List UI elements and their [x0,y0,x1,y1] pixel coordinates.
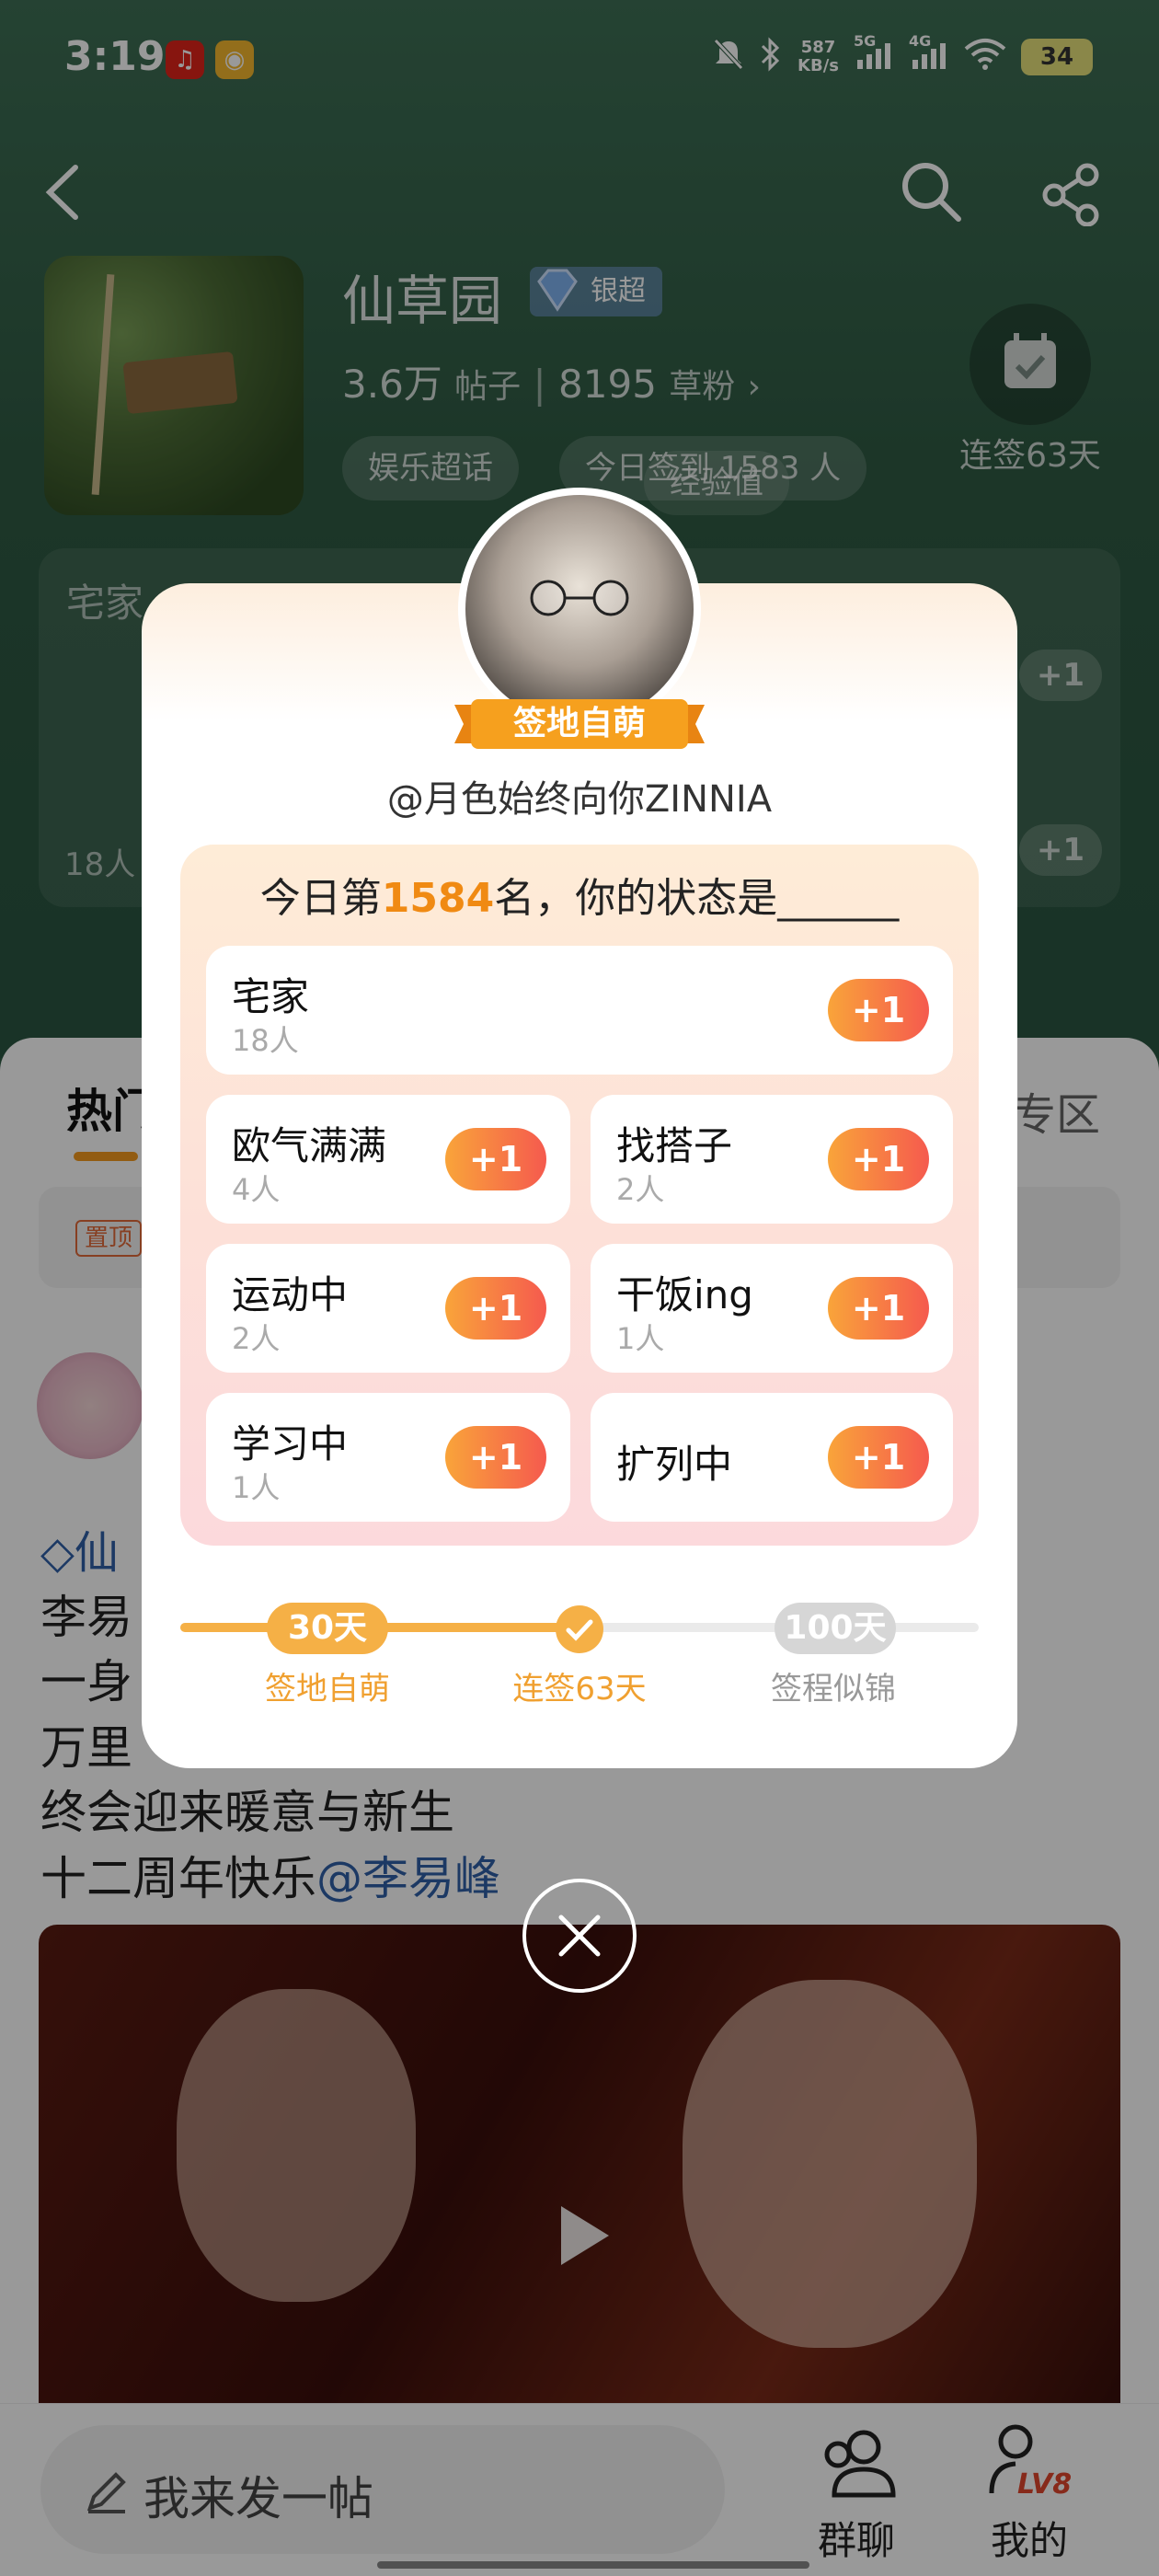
status-heading: 今日第1584名，你的状态是______ [259,875,900,922]
status-option-home[interactable]: 宅家 18人 +1 [206,946,953,1075]
close-button[interactable] [522,1879,637,1993]
plus-one-button[interactable]: +1 [445,1277,546,1340]
plus-one-button[interactable]: +1 [445,1128,546,1190]
milestone-label: 连签63天 [512,1671,647,1708]
close-icon [558,1915,601,1957]
rank-banner: 签地自萌 [454,696,705,753]
modal-username: @月色始终向你ZINNIA [386,778,773,821]
plus-one-button[interactable]: +1 [828,1426,929,1489]
check-icon [556,1605,603,1653]
milestone-label: 签地自萌 [265,1671,390,1708]
plus-one-button[interactable]: +1 [445,1426,546,1489]
plus-one-button[interactable]: +1 [828,1128,929,1190]
status-option-eating[interactable]: 干饭ing 1人 +1 [591,1244,953,1373]
user-avatar [458,488,701,730]
milestone-30-badge: 30天 [267,1603,388,1654]
status-option-partner[interactable]: 找搭子 2人 +1 [591,1095,953,1224]
plus-one-button[interactable]: +1 [828,979,929,1041]
status-option-friends[interactable]: 扩列中 +1 [591,1393,953,1522]
milestone-label: 签程似锦 [771,1671,896,1708]
status-option-exercise[interactable]: 运动中 2人 +1 [206,1244,570,1373]
status-option-lucky[interactable]: 欧气满满 4人 +1 [206,1095,570,1224]
plus-one-button[interactable]: +1 [828,1277,929,1340]
milestone-100-badge: 100天 [775,1603,896,1654]
status-option-studying[interactable]: 学习中 1人 +1 [206,1393,570,1522]
